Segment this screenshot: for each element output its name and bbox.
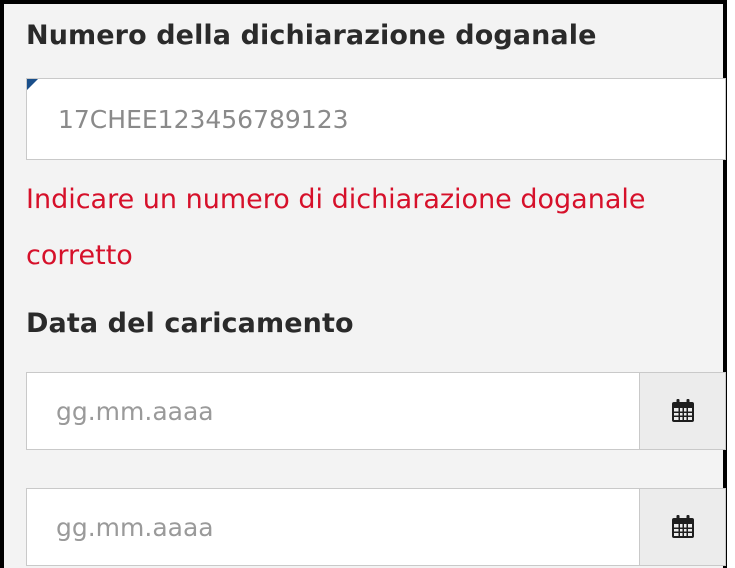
loading-date-from-calendar-button[interactable] <box>639 373 725 449</box>
loading-date-to-calendar-button[interactable] <box>639 489 725 565</box>
loading-date-from-input[interactable] <box>27 373 639 449</box>
calendar-icon <box>671 399 694 422</box>
declaration-number-field-wrapper <box>26 78 726 160</box>
customs-form-panel: Numero della dichiarazione doganale Indi… <box>0 0 727 568</box>
calendar-icon <box>671 515 694 538</box>
declaration-number-input[interactable] <box>27 79 725 159</box>
loading-date-to-input[interactable] <box>27 489 639 565</box>
loading-date-label: Data del caricamento <box>26 308 354 339</box>
loading-date-to-group <box>26 488 726 566</box>
declaration-error-message: Indicare un numero di dichiarazione doga… <box>26 184 646 271</box>
loading-date-from-group <box>26 372 726 450</box>
declaration-number-label: Numero della dichiarazione doganale <box>26 20 597 51</box>
